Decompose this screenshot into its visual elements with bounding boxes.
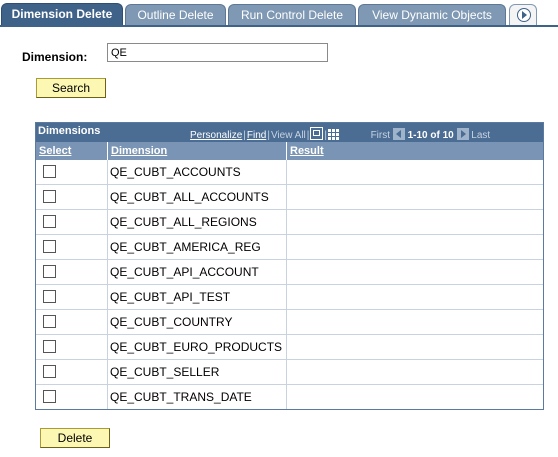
table-row: QE_CUBT_EURO_PRODUCTS — [36, 335, 543, 360]
tab-dimension-delete[interactable]: Dimension Delete — [1, 3, 123, 26]
table-row: QE_CUBT_ACCOUNTS — [36, 160, 543, 185]
table-row: QE_CUBT_ALL_REGIONS — [36, 210, 543, 235]
dimension-cell: QE_CUBT_EURO_PRODUCTS — [108, 335, 287, 359]
search-button[interactable]: Search — [36, 78, 106, 98]
personalize-link[interactable]: Personalize — [190, 130, 242, 141]
delete-button[interactable]: Delete — [40, 428, 110, 448]
dimension-input[interactable] — [107, 43, 328, 62]
table-row: QE_CUBT_API_TEST — [36, 285, 543, 310]
tab-underline — [0, 25, 558, 27]
grid-navigation: Personalize|Find|View All| | First 1-10 o… — [190, 127, 490, 141]
column-header-select[interactable]: Select — [36, 142, 108, 160]
arrow-right-circle-icon — [517, 8, 531, 22]
grid-download-icon[interactable] — [328, 129, 339, 140]
column-header-result[interactable]: Result — [287, 142, 543, 160]
table-row: QE_CUBT_API_ACCOUNT — [36, 260, 543, 285]
grid-title: Dimensions — [38, 125, 101, 137]
select-checkbox[interactable] — [43, 340, 56, 353]
grid-header: Dimensions Personalize|Find|View All| | F… — [36, 123, 543, 142]
dimension-cell: QE_CUBT_COUNTRY — [108, 310, 287, 334]
dimensions-grid: Dimensions Personalize|Find|View All| | F… — [35, 122, 544, 410]
select-checkbox[interactable] — [43, 390, 56, 403]
previous-arrow-icon[interactable] — [392, 128, 405, 140]
select-checkbox[interactable] — [43, 365, 56, 378]
dimension-cell: QE_CUBT_ALL_REGIONS — [108, 210, 287, 234]
result-cell — [287, 185, 543, 209]
find-link[interactable]: Find — [247, 130, 266, 141]
last-label: Last — [471, 130, 491, 141]
dimension-cell: QE_CUBT_API_TEST — [108, 285, 287, 309]
select-checkbox[interactable] — [43, 215, 56, 228]
dimension-cell: QE_CUBT_API_ACCOUNT — [108, 260, 287, 284]
result-cell — [287, 235, 543, 259]
result-cell — [287, 335, 543, 359]
first-label: First — [370, 130, 391, 141]
zoom-icon[interactable] — [310, 127, 324, 140]
tab-scroll-button[interactable] — [509, 4, 537, 25]
select-checkbox[interactable] — [43, 265, 56, 278]
result-cell — [287, 260, 543, 284]
select-checkbox[interactable] — [43, 190, 56, 203]
table-row: QE_CUBT_TRANS_DATE — [36, 385, 543, 410]
tab-view-dynamic-objects[interactable]: View Dynamic Objects — [358, 4, 506, 25]
tab-outline-delete[interactable]: Outline Delete — [125, 4, 226, 25]
row-range: 1-10 of 10 — [407, 130, 454, 141]
result-cell — [287, 360, 543, 384]
select-checkbox[interactable] — [43, 315, 56, 328]
result-cell — [287, 160, 543, 184]
dimension-cell: QE_CUBT_ALL_ACCOUNTS — [108, 185, 287, 209]
result-cell — [287, 310, 543, 334]
dimension-cell: QE_CUBT_ACCOUNTS — [108, 160, 287, 184]
grid-rows: QE_CUBT_ACCOUNTS QE_CUBT_ALL_ACCOUNTS QE… — [36, 160, 543, 410]
result-cell — [287, 285, 543, 309]
table-row: QE_CUBT_ALL_ACCOUNTS — [36, 185, 543, 210]
select-checkbox[interactable] — [43, 240, 56, 253]
table-row: QE_CUBT_COUNTRY — [36, 310, 543, 335]
next-arrow-icon[interactable] — [456, 128, 469, 140]
table-row: QE_CUBT_SELLER — [36, 360, 543, 385]
result-cell — [287, 210, 543, 234]
tab-bar: Dimension Delete Outline Delete Run Cont… — [0, 0, 558, 26]
dimension-cell: QE_CUBT_TRANS_DATE — [108, 385, 287, 409]
table-row: QE_CUBT_AMERICA_REG — [36, 235, 543, 260]
result-cell — [287, 385, 543, 409]
tab-run-control-delete[interactable]: Run Control Delete — [228, 4, 356, 25]
dimension-cell: QE_CUBT_SELLER — [108, 360, 287, 384]
dimension-cell: QE_CUBT_AMERICA_REG — [108, 235, 287, 259]
select-checkbox[interactable] — [43, 290, 56, 303]
view-all-link[interactable]: View All — [271, 130, 306, 141]
dimension-label: Dimension: — [22, 50, 88, 64]
column-header-dimension[interactable]: Dimension — [108, 142, 287, 160]
select-checkbox[interactable] — [43, 165, 56, 178]
